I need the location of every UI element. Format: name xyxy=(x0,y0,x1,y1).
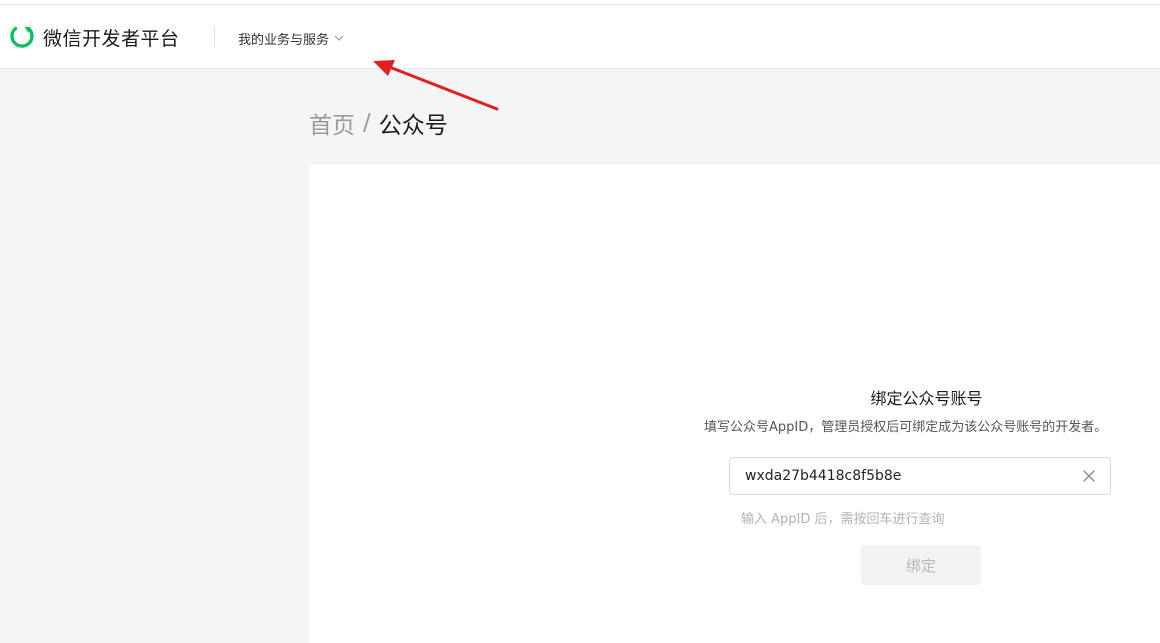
bind-description: 填写公众号AppID，管理员授权后可绑定成为该公众号账号的开发者。 xyxy=(704,420,1108,435)
breadcrumb-separator: / xyxy=(363,110,371,136)
bind-button[interactable]: 绑定 xyxy=(861,545,981,585)
platform-logo[interactable]: 微信开发者平台 xyxy=(9,23,180,51)
my-business-menu-label: 我的业务与服务 xyxy=(238,32,330,48)
breadcrumb-current: 公众号 xyxy=(378,113,448,139)
bind-title: 绑定公众号账号 xyxy=(870,389,983,408)
breadcrumb: 首页 / 公众号 xyxy=(309,106,448,140)
appid-input[interactable] xyxy=(745,468,1065,484)
appid-hint: 输入 AppID 后，需按回车进行查询 xyxy=(741,512,945,527)
appid-field xyxy=(729,457,1111,495)
wechat-dev-logo-icon xyxy=(10,26,34,48)
top-header: 微信开发者平台 我的业务与服务 xyxy=(0,5,1160,69)
clear-input-button[interactable] xyxy=(1082,469,1096,483)
my-business-menu[interactable]: 我的业务与服务 xyxy=(238,26,344,50)
bind-account-card: 绑定公众号账号 填写公众号AppID，管理员授权后可绑定成为该公众号账号的开发者… xyxy=(309,165,1160,643)
header-divider xyxy=(214,27,215,47)
platform-name: 微信开发者平台 xyxy=(43,27,180,50)
breadcrumb-home[interactable]: 首页 xyxy=(309,106,355,140)
chevron-down-icon xyxy=(334,35,344,41)
close-icon xyxy=(1083,470,1095,482)
